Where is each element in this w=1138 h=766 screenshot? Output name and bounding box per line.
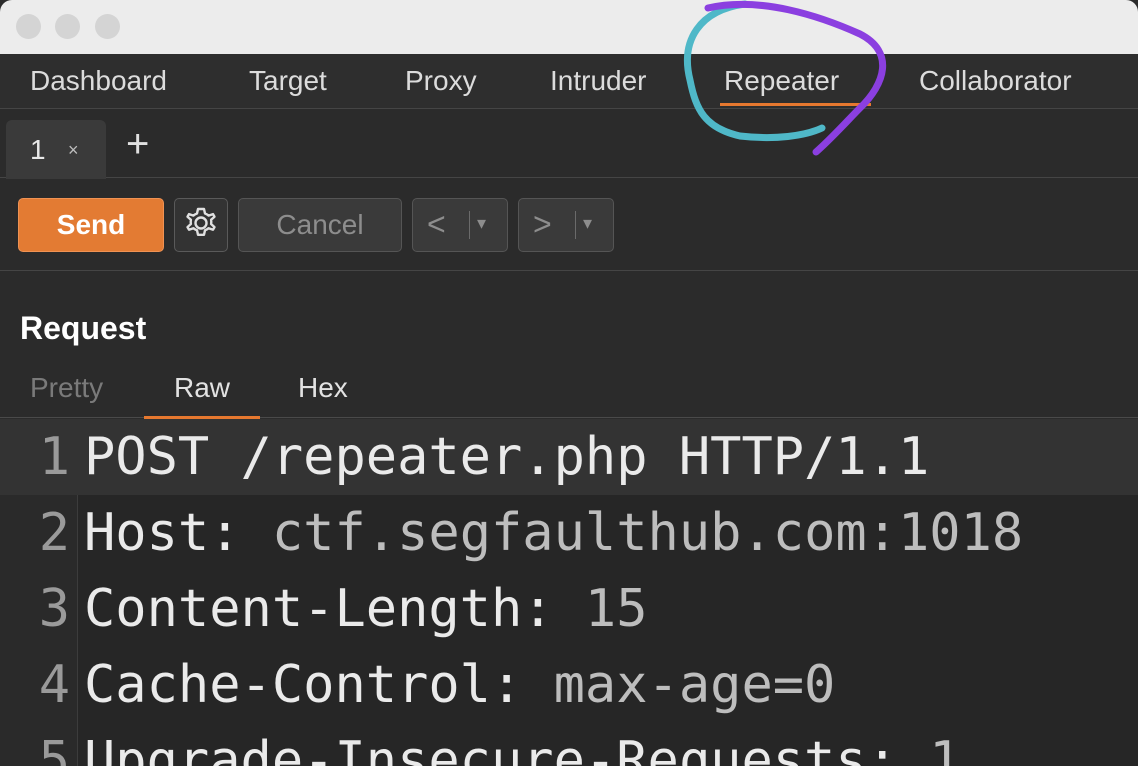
forward-dropdown-icon[interactable]: ▾	[583, 213, 592, 234]
tab-intruder[interactable]: Intruder	[550, 54, 647, 108]
back-dropdown-icon[interactable]: ▾	[477, 213, 486, 234]
line-text: Content-Length: 15	[84, 571, 648, 647]
header-value: ctf.segfaulthub.com:1018	[240, 503, 1024, 563]
header-name: Upgrade-Insecure-Requests:	[84, 731, 898, 766]
tab-proxy[interactable]: Proxy	[405, 54, 477, 108]
title-bar	[0, 0, 1138, 54]
cancel-button[interactable]: Cancel	[238, 198, 402, 252]
header-value: 1	[897, 731, 961, 766]
editor-line[interactable]: 5 Upgrade-Insecure-Requests: 1	[0, 723, 1138, 766]
line-text: POST /repeater.php HTTP/1.1	[84, 419, 929, 495]
tab-raw[interactable]: Raw	[143, 372, 261, 419]
divider	[575, 211, 576, 239]
forward-button[interactable]: > ▾	[518, 198, 614, 252]
line-number: 4	[38, 655, 70, 715]
close-tab-icon[interactable]: ×	[68, 140, 79, 161]
repeater-tab-bar: 1 × +	[0, 110, 1138, 182]
repeater-tab-label: 1	[30, 134, 46, 165]
tab-collaborator[interactable]: Collaborator	[919, 54, 1072, 108]
line-text: Upgrade-Insecure-Requests: 1	[84, 723, 961, 766]
editor-line[interactable]: 1 POST /repeater.php HTTP/1.1	[0, 419, 1138, 495]
header-name: Content-Length:	[84, 579, 554, 639]
minimize-window-button[interactable]	[55, 14, 80, 39]
forward-arrow-icon: >	[533, 206, 552, 242]
tab-dashboard[interactable]: Dashboard	[30, 54, 167, 108]
editor-line[interactable]: 2 Host: ctf.segfaulthub.com:1018	[0, 495, 1138, 571]
close-window-button[interactable]	[16, 14, 41, 39]
line-number: 5	[38, 731, 70, 766]
back-button[interactable]: < ▾	[412, 198, 508, 252]
send-button[interactable]: Send	[18, 198, 164, 252]
line-text: Host: ctf.segfaulthub.com:1018	[84, 495, 1023, 571]
tab-hex[interactable]: Hex	[298, 372, 348, 404]
repeater-tab-1[interactable]: 1 ×	[6, 120, 106, 182]
header-name: Cache-Control:	[84, 655, 523, 715]
line-number: 2	[38, 503, 70, 563]
header-value: max-age=0	[522, 655, 836, 715]
request-line: POST /repeater.php HTTP/1.1	[84, 427, 930, 487]
burp-window: Dashboard Target Proxy Intruder Repeater…	[0, 0, 1138, 766]
line-text: Cache-Control: max-age=0	[84, 647, 835, 723]
header-value: 15	[553, 579, 648, 639]
request-view-tabs: Pretty Raw Hex	[0, 362, 1138, 419]
zoom-window-button[interactable]	[95, 14, 120, 39]
tab-pretty[interactable]: Pretty	[30, 372, 103, 404]
header-name: Host:	[84, 503, 241, 563]
add-tab-button[interactable]: +	[126, 124, 149, 164]
divider	[469, 211, 470, 239]
editor-line[interactable]: 4 Cache-Control: max-age=0	[0, 647, 1138, 723]
back-arrow-icon: <	[427, 206, 446, 242]
settings-button[interactable]	[174, 198, 228, 252]
tab-target[interactable]: Target	[249, 54, 327, 108]
request-toolbar: Send Cancel < ▾ > ▾	[0, 179, 1138, 271]
gear-icon	[186, 207, 216, 236]
editor-line[interactable]: 3 Content-Length: 15	[0, 571, 1138, 647]
request-panel-title: Request	[20, 310, 147, 346]
request-editor[interactable]: 1 POST /repeater.php HTTP/1.1 2 Host: ct…	[0, 419, 1138, 766]
line-number: 1	[38, 427, 70, 487]
line-number: 3	[38, 579, 70, 639]
main-tab-bar: Dashboard Target Proxy Intruder Repeater…	[0, 54, 1138, 109]
tab-repeater[interactable]: Repeater	[719, 54, 872, 108]
